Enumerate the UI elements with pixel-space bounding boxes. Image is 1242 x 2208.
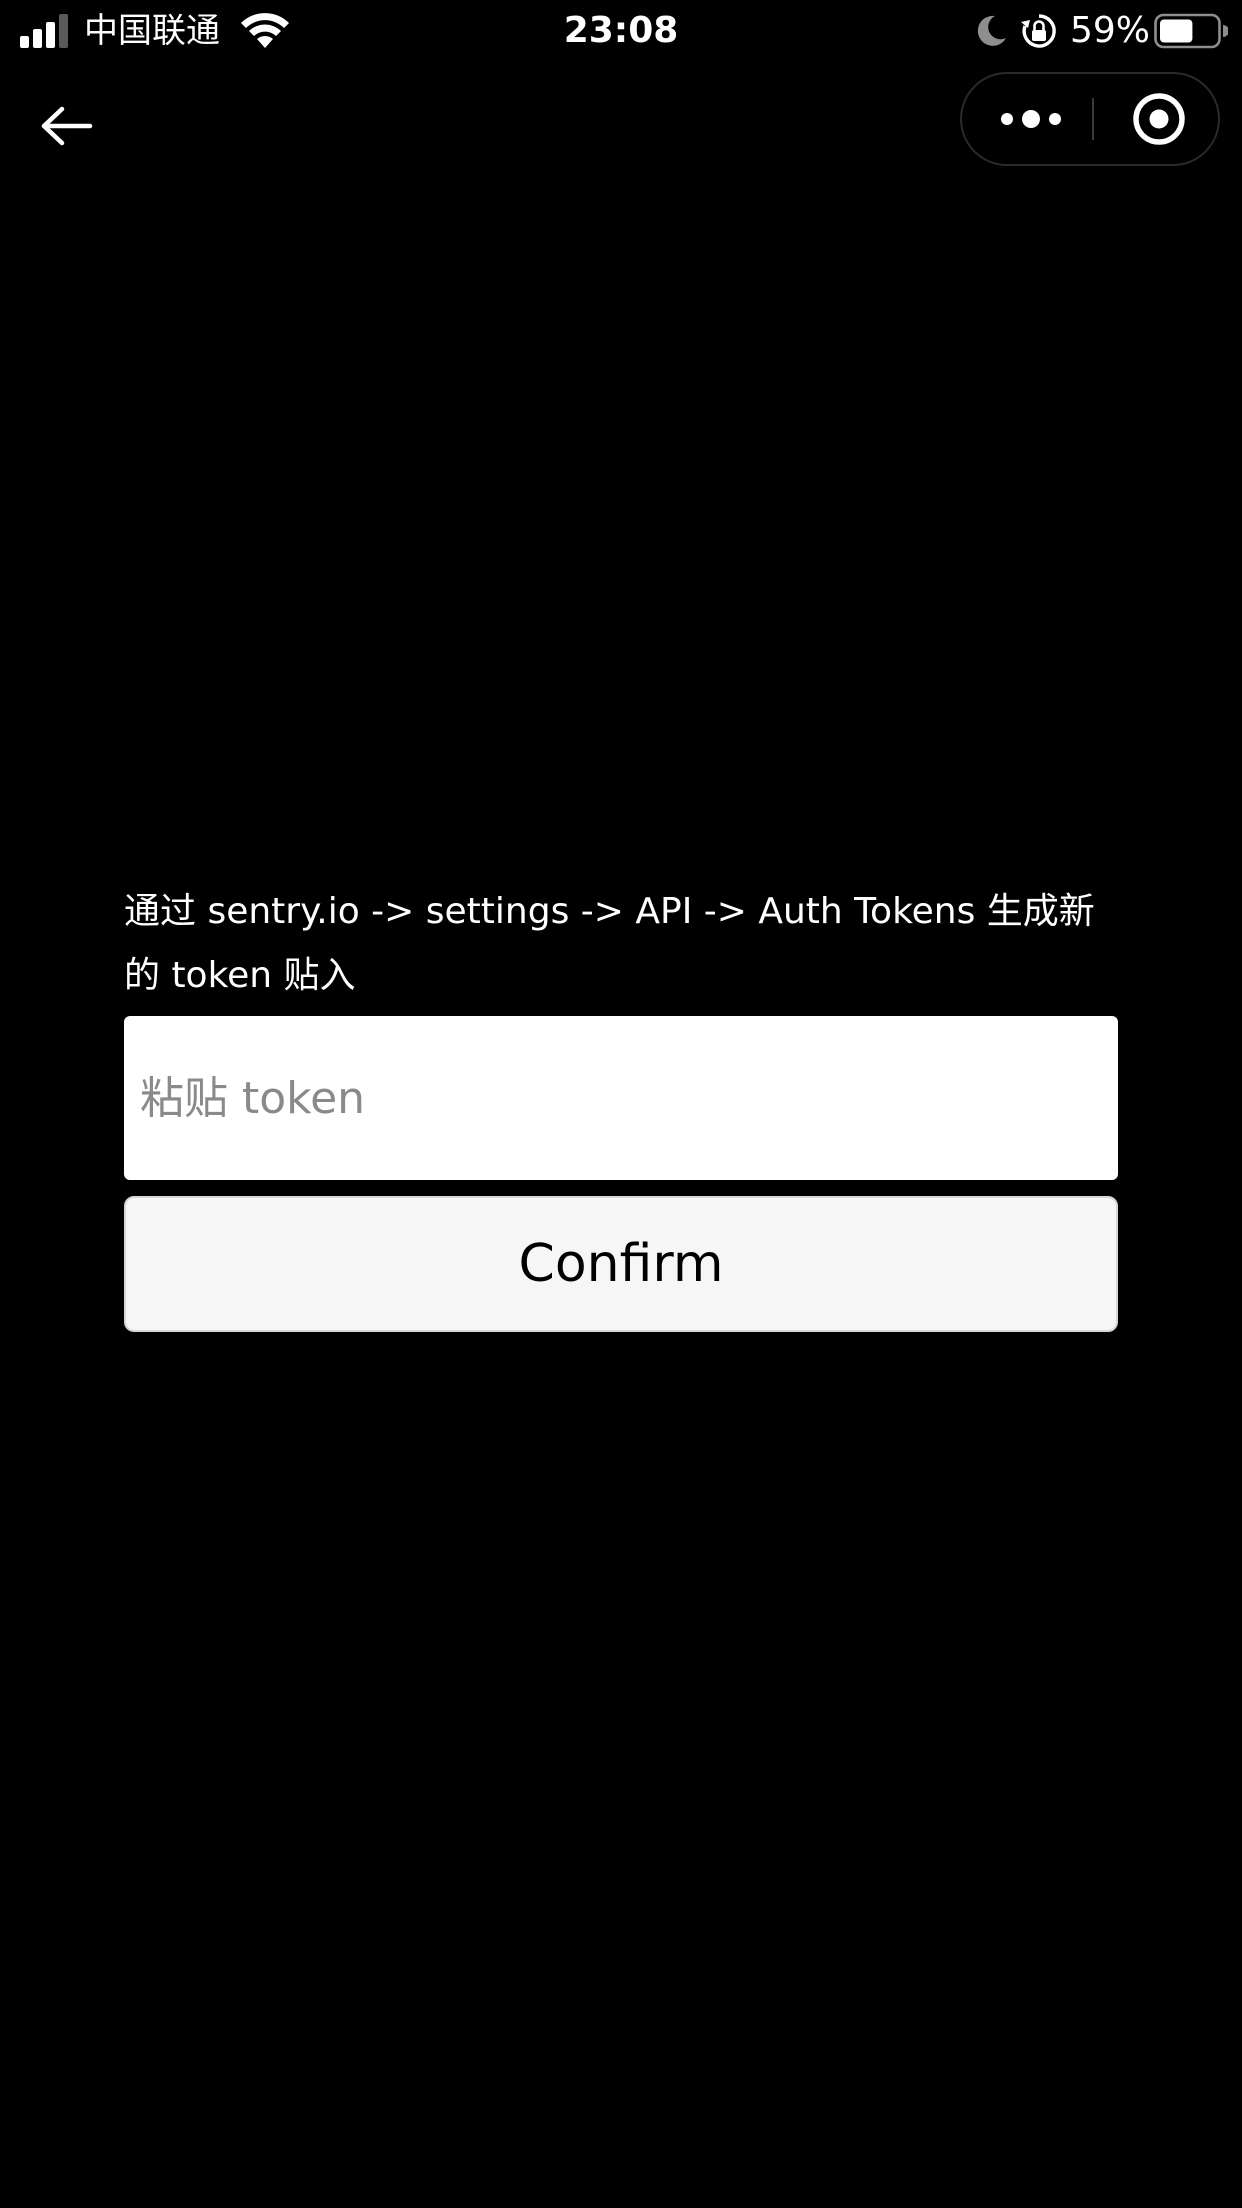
battery-icon xyxy=(1154,13,1228,49)
token-input[interactable] xyxy=(124,1016,1118,1180)
arrow-left-icon xyxy=(41,106,93,146)
mini-program-capsule xyxy=(960,72,1220,166)
carrier-name: 中国联通 xyxy=(84,11,220,51)
instruction-text: 通过 sentry.io -> settings -> API -> Auth … xyxy=(124,891,1095,996)
status-bar: 中国联通 23:08 59% xyxy=(0,0,1242,62)
wifi-icon xyxy=(241,13,289,48)
status-time: 23:08 xyxy=(563,10,679,51)
confirm-button[interactable]: Confirm xyxy=(124,1196,1118,1332)
target-circle-icon xyxy=(1133,93,1185,145)
close-mini-program-button[interactable] xyxy=(1094,74,1220,164)
signal-icon xyxy=(20,14,68,48)
moon-icon xyxy=(977,15,1006,46)
more-dots-icon xyxy=(1001,110,1061,128)
battery-level-fill xyxy=(1160,19,1193,43)
rotation-lock-icon xyxy=(1021,14,1056,48)
back-button[interactable] xyxy=(34,92,114,160)
more-options-button[interactable] xyxy=(962,74,1092,164)
battery-percentage: 59% xyxy=(1070,10,1151,51)
